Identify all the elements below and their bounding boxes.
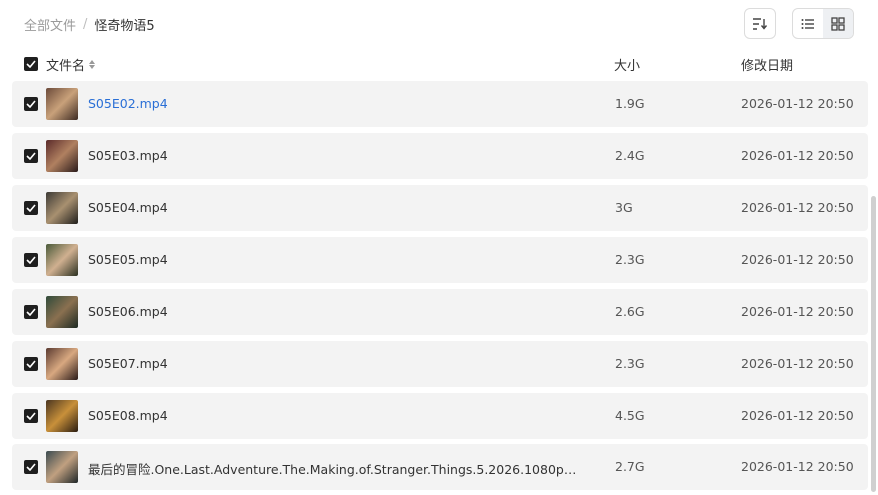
- file-row[interactable]: S05E06.mp4 2.6G 2026-01-12 20:50: [12, 289, 868, 335]
- check-icon: [26, 463, 36, 471]
- file-size: 2.3G: [615, 252, 645, 267]
- file-name[interactable]: S05E05.mp4: [88, 252, 168, 267]
- file-row[interactable]: S05E08.mp4 4.5G 2026-01-12 20:50: [12, 393, 868, 439]
- file-modified-date: 2026-01-12 20:50: [741, 96, 854, 111]
- file-list-header: 文件名 大小 修改日期: [12, 52, 868, 76]
- view-toggle: [792, 8, 854, 39]
- row-checkbox[interactable]: [24, 201, 38, 215]
- list-view-button[interactable]: [793, 9, 823, 38]
- size-column-header: 大小: [614, 59, 641, 74]
- check-icon: [26, 360, 36, 368]
- breadcrumb-current: 怪奇物语5: [94, 18, 155, 34]
- video-thumbnail: [46, 244, 78, 276]
- file-row[interactable]: S05E04.mp4 3G 2026-01-12 20:50: [12, 185, 868, 231]
- file-name[interactable]: S05E08.mp4: [88, 408, 168, 423]
- file-modified-date: 2026-01-12 20:50: [741, 459, 854, 474]
- sort-button[interactable]: [744, 8, 776, 39]
- select-all-checkbox[interactable]: [24, 57, 38, 71]
- name-column-label: 文件名: [46, 59, 86, 74]
- file-modified-date: 2026-01-12 20:50: [741, 148, 854, 163]
- video-thumbnail: [46, 400, 78, 432]
- row-checkbox[interactable]: [24, 409, 38, 423]
- date-column-header: 修改日期: [741, 59, 794, 74]
- file-name[interactable]: 最后的冒险.One.Last.Adventure.The.Making.of.S…: [88, 459, 578, 478]
- file-size: 2.4G: [615, 148, 645, 163]
- file-size: 4.5G: [615, 408, 645, 423]
- file-name[interactable]: S05E07.mp4: [88, 356, 168, 371]
- video-thumbnail: [46, 88, 78, 120]
- list-view-icon: [801, 18, 814, 29]
- file-row[interactable]: 最后的冒险.One.Last.Adventure.The.Making.of.S…: [12, 444, 868, 490]
- scrollbar[interactable]: [871, 196, 876, 492]
- video-thumbnail: [46, 192, 78, 224]
- file-modified-date: 2026-01-12 20:50: [741, 356, 854, 371]
- sort-icon: [753, 17, 768, 30]
- row-checkbox[interactable]: [24, 97, 38, 111]
- check-icon: [26, 256, 36, 264]
- file-size: 2.3G: [615, 356, 645, 371]
- row-checkbox[interactable]: [24, 460, 38, 474]
- file-size: 2.6G: [615, 304, 645, 319]
- file-name[interactable]: S05E03.mp4: [88, 148, 168, 163]
- video-thumbnail: [46, 296, 78, 328]
- file-row[interactable]: S05E03.mp4 2.4G 2026-01-12 20:50: [12, 133, 868, 179]
- file-row[interactable]: S05E07.mp4 2.3G 2026-01-12 20:50: [12, 341, 868, 387]
- video-thumbnail: [46, 451, 78, 483]
- file-row[interactable]: S05E05.mp4 2.3G 2026-01-12 20:50: [12, 237, 868, 283]
- breadcrumb-separator: /: [83, 16, 88, 32]
- check-icon: [26, 60, 36, 68]
- file-size: 3G: [615, 200, 633, 215]
- check-icon: [26, 308, 36, 316]
- sort-caret-icon: [89, 60, 96, 69]
- video-thumbnail: [46, 140, 78, 172]
- file-name[interactable]: S05E06.mp4: [88, 304, 168, 319]
- row-checkbox[interactable]: [24, 357, 38, 371]
- video-thumbnail: [46, 348, 78, 380]
- check-icon: [26, 100, 36, 108]
- file-modified-date: 2026-01-12 20:50: [741, 304, 854, 319]
- file-modified-date: 2026-01-12 20:50: [741, 252, 854, 267]
- grid-view-icon: [831, 16, 845, 31]
- file-row[interactable]: S05E02.mp4 1.9G 2026-01-12 20:50: [12, 81, 868, 127]
- check-icon: [26, 412, 36, 420]
- row-checkbox[interactable]: [24, 253, 38, 267]
- file-size: 1.9G: [615, 96, 645, 111]
- check-icon: [26, 204, 36, 212]
- check-icon: [26, 152, 36, 160]
- name-column-header[interactable]: 文件名: [46, 55, 96, 74]
- file-modified-date: 2026-01-12 20:50: [741, 200, 854, 215]
- row-checkbox[interactable]: [24, 149, 38, 163]
- breadcrumb-root-link[interactable]: 全部文件: [24, 15, 76, 34]
- file-name[interactable]: S05E02.mp4: [88, 96, 168, 111]
- breadcrumb: 全部文件 / 怪奇物语5: [24, 14, 155, 34]
- file-size: 2.7G: [615, 459, 645, 474]
- row-checkbox[interactable]: [24, 305, 38, 319]
- file-name[interactable]: S05E04.mp4: [88, 200, 168, 215]
- file-modified-date: 2026-01-12 20:50: [741, 408, 854, 423]
- grid-view-button[interactable]: [823, 9, 853, 38]
